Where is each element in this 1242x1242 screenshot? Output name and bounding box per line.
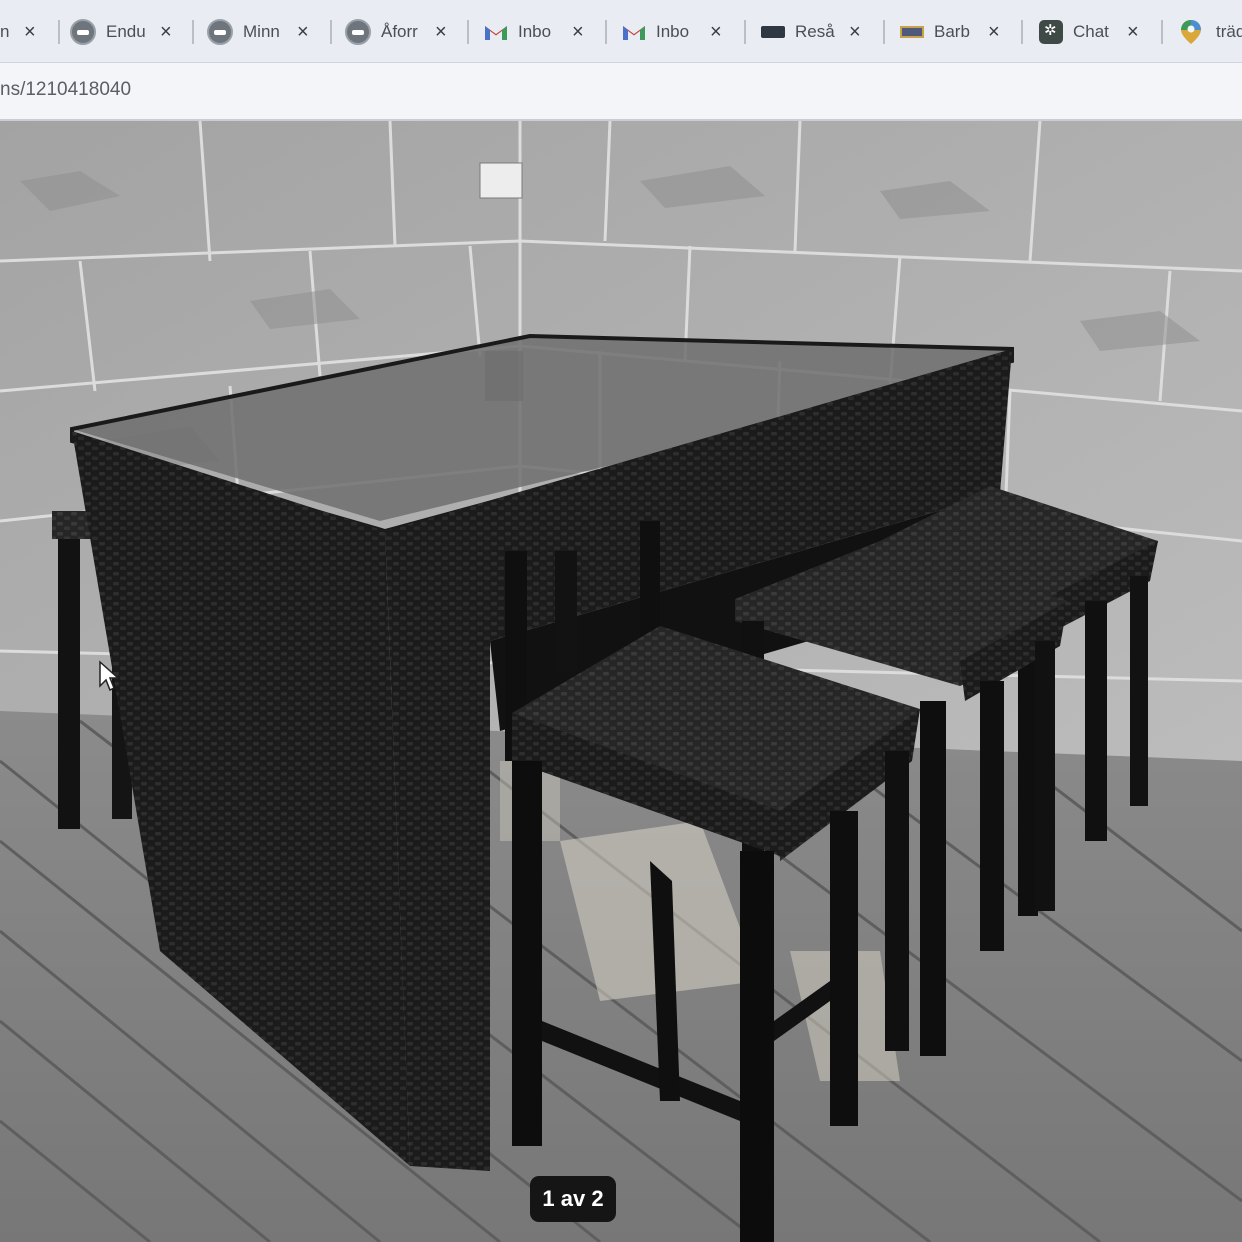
tab-label: Inbo — [656, 22, 690, 41]
tab-label: träd — [1216, 22, 1242, 41]
rattan-bar-set-photo — [0, 121, 1242, 1242]
close-icon[interactable]: × — [160, 21, 172, 44]
ork-logo-icon — [70, 19, 96, 45]
tab-separator — [1021, 20, 1023, 44]
tab-separator — [467, 20, 469, 44]
gmail-icon — [484, 23, 508, 41]
listing-photo[interactable] — [0, 121, 1242, 1242]
tab-separator — [330, 20, 332, 44]
close-icon[interactable]: × — [849, 21, 861, 44]
tab-label: Reså — [795, 22, 835, 41]
mouse-cursor-icon — [99, 660, 120, 692]
address-bar[interactable]: ns/1210418040 — [0, 63, 1242, 121]
close-icon[interactable]: × — [24, 21, 36, 44]
tab-label: Endu — [106, 22, 146, 41]
ork-logo-icon — [207, 19, 233, 45]
tab-label: Åforr — [381, 22, 418, 41]
tab-separator — [744, 20, 746, 44]
tab-separator — [1161, 20, 1163, 44]
tab-inbox-2[interactable]: Inbo × — [622, 10, 722, 54]
tab-trad[interactable]: träd — [1180, 10, 1242, 54]
image-counter: 1 av 2 — [530, 1176, 616, 1222]
tab-label: Inbo — [518, 22, 552, 41]
close-icon[interactable]: × — [988, 21, 1000, 44]
tab-separator — [192, 20, 194, 44]
close-icon[interactable]: × — [710, 21, 722, 44]
chat-icon — [1039, 20, 1063, 44]
tab-label: Barb — [934, 22, 970, 41]
ikea-icon — [900, 26, 924, 38]
tab-resa[interactable]: Reså × — [761, 10, 861, 54]
tab-label: Chat — [1073, 22, 1109, 41]
gmail-icon — [622, 23, 646, 41]
tab-separator — [605, 20, 607, 44]
maps-pin-icon — [1180, 19, 1206, 45]
tab-separator — [883, 20, 885, 44]
close-icon[interactable]: × — [572, 21, 584, 44]
tab-partial[interactable]: n × — [0, 10, 36, 54]
tab-label: n — [0, 22, 10, 41]
close-icon[interactable]: × — [297, 21, 309, 44]
tab-endu[interactable]: Endu × — [70, 10, 172, 54]
tab-chat[interactable]: Chat × — [1039, 10, 1139, 54]
tab-barb[interactable]: Barb × — [900, 10, 1000, 54]
close-icon[interactable]: × — [435, 21, 447, 44]
ork-logo-icon — [345, 19, 371, 45]
image-counter-text: 1 av 2 — [542, 1186, 604, 1211]
jysk-icon — [761, 26, 785, 38]
tab-inbox-1[interactable]: Inbo × — [484, 10, 584, 54]
url-text[interactable]: ns/1210418040 — [0, 79, 131, 101]
tab-minn[interactable]: Minn × — [207, 10, 309, 54]
tab-label: Minn — [243, 22, 280, 41]
tab-separator — [58, 20, 60, 44]
close-icon[interactable]: × — [1127, 21, 1139, 44]
tab-aforr[interactable]: Åforr × — [345, 10, 447, 54]
browser-tab-strip: n × Endu × Minn × Åforr × Inbo × Inbo × — [0, 0, 1242, 63]
